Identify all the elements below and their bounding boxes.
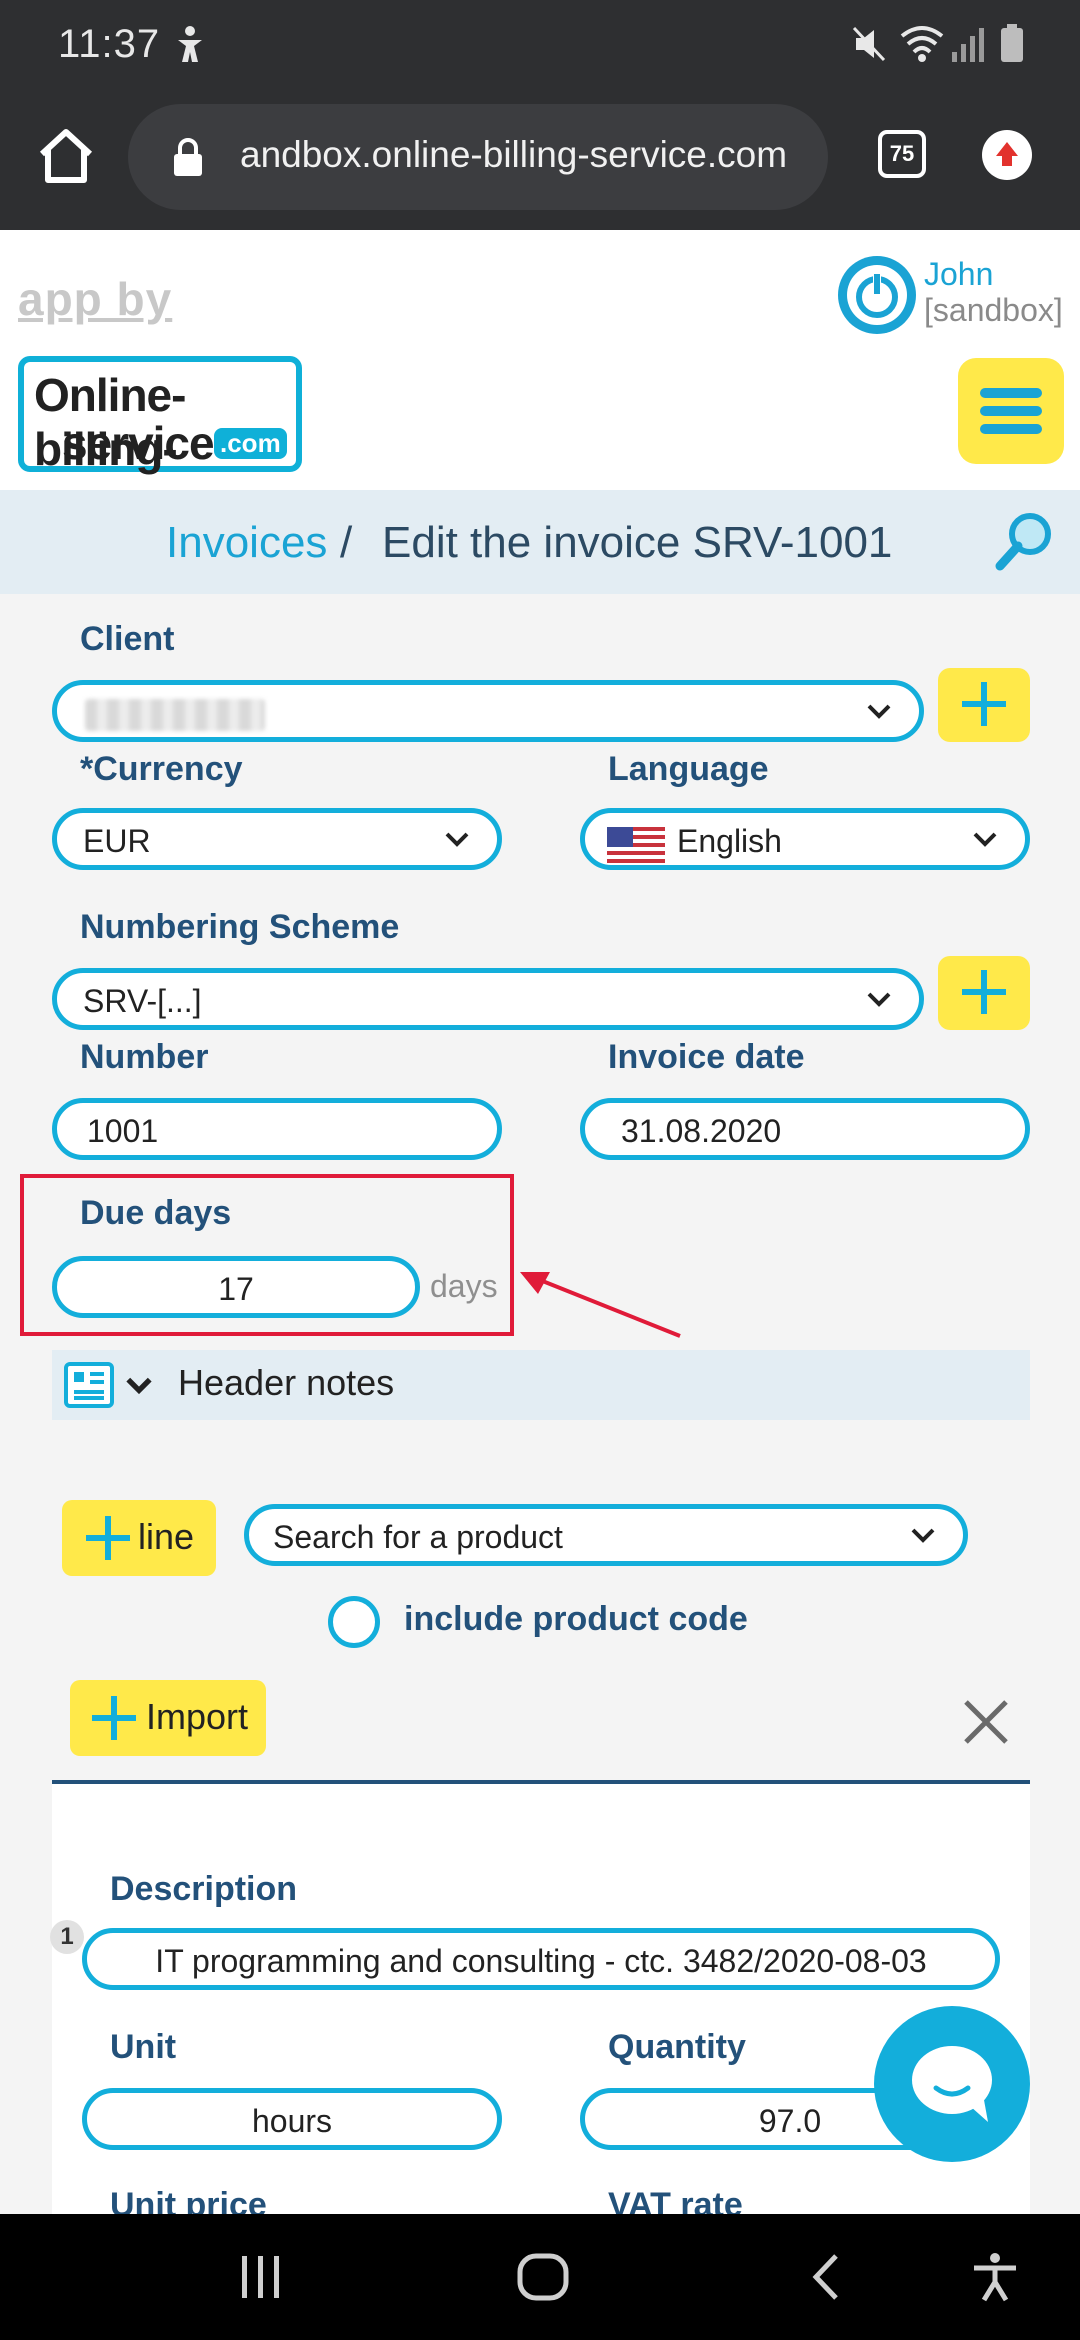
chat-bubble-icon xyxy=(912,2046,992,2122)
unit-input[interactable]: hours xyxy=(82,2088,502,2150)
battery-icon xyxy=(1001,24,1023,62)
product-search-select[interactable]: Search for a product xyxy=(244,1504,968,1566)
power-icon xyxy=(847,265,907,325)
lock-icon xyxy=(174,138,202,176)
page-title: Edit the invoice SRV-1001 xyxy=(382,518,893,567)
menu-bar-icon xyxy=(980,406,1042,416)
number-input[interactable]: 1001 xyxy=(52,1098,502,1160)
app-by-text: app by xyxy=(18,273,173,325)
due-days-input[interactable]: 17 xyxy=(52,1256,420,1318)
accessibility-icon[interactable] xyxy=(970,2252,1020,2302)
plus-icon xyxy=(92,1696,136,1740)
close-icon[interactable] xyxy=(960,1696,1012,1748)
status-time: 11:37 xyxy=(58,22,161,66)
client-label: Client xyxy=(80,620,175,658)
plus-icon xyxy=(962,682,1006,726)
plus-icon xyxy=(962,970,1006,1014)
chevron-down-icon xyxy=(445,832,469,847)
back-icon[interactable] xyxy=(806,2252,846,2302)
unit-label: Unit xyxy=(110,2028,177,2066)
description-label: Description xyxy=(110,1870,298,1908)
header-notes-label: Header notes xyxy=(178,1362,395,1403)
status-bar: 11:37 xyxy=(0,0,1080,88)
invoice-date-label: Invoice date xyxy=(608,1038,805,1076)
language-select[interactable]: English xyxy=(580,808,1030,870)
numbering-scheme-select[interactable]: SRV-[...] xyxy=(52,968,924,1030)
quantity-label: Quantity xyxy=(608,2028,746,2066)
due-days-label: Due days xyxy=(80,1194,232,1232)
chat-button[interactable] xyxy=(874,2006,1030,2162)
brand-logo[interactable]: Online-billing- service .com xyxy=(18,356,302,475)
redacted-client-name xyxy=(85,699,265,731)
user-name[interactable]: John xyxy=(924,256,993,293)
chevron-down-icon xyxy=(867,992,891,1007)
address-bar[interactable]: andbox.online-billing-service.com xyxy=(128,104,828,210)
upload-arrow-icon xyxy=(996,142,1018,166)
tab-switcher-button[interactable]: 75 xyxy=(878,130,926,178)
include-product-code-radio[interactable] xyxy=(328,1596,380,1648)
chevron-down-icon xyxy=(973,832,997,847)
accessibility-status-icon xyxy=(178,26,202,62)
include-product-code-label[interactable]: include product code xyxy=(404,1600,748,1639)
breadcrumb-invoices-link[interactable]: Invoices xyxy=(166,518,327,568)
menu-bar-icon xyxy=(980,424,1042,434)
currency-label: *Currency xyxy=(80,750,243,788)
notes-icon xyxy=(64,1362,114,1408)
add-client-button[interactable] xyxy=(938,668,1030,742)
menu-bar-icon xyxy=(980,388,1042,398)
update-button[interactable] xyxy=(982,130,1032,180)
language-label: Language xyxy=(608,750,769,788)
breadcrumb-separator: / xyxy=(340,518,353,567)
invoice-date-input[interactable]: 31.08.2020 xyxy=(580,1098,1030,1160)
chevron-down-icon xyxy=(911,1528,935,1543)
user-environment: [sandbox] xyxy=(924,292,1063,328)
us-flag-icon xyxy=(607,827,665,863)
mute-icon xyxy=(852,26,886,62)
plus-icon xyxy=(86,1516,130,1560)
import-button[interactable]: Import xyxy=(70,1680,266,1756)
wifi-icon xyxy=(900,26,944,62)
signal-icon xyxy=(952,28,984,62)
system-navigation-bar xyxy=(0,2214,1080,2340)
numbering-scheme-label: Numbering Scheme xyxy=(80,908,400,946)
home-icon[interactable] xyxy=(34,124,98,188)
breadcrumb: Invoices / Edit the invoice SRV-1001 xyxy=(0,490,1080,594)
client-select[interactable] xyxy=(52,680,924,742)
browser-toolbar: andbox.online-billing-service.com 75 xyxy=(0,88,1080,230)
user-avatar[interactable] xyxy=(838,256,916,334)
line-number-badge: 1 xyxy=(50,1920,84,1954)
chevron-down-icon xyxy=(126,1377,152,1395)
due-days-unit: days xyxy=(430,1268,498,1304)
add-line-button[interactable]: line xyxy=(62,1500,216,1576)
add-numbering-scheme-button[interactable] xyxy=(938,956,1030,1030)
recent-apps-icon[interactable] xyxy=(236,2252,286,2302)
hamburger-menu-button[interactable] xyxy=(958,358,1064,464)
search-icon[interactable] xyxy=(992,508,1058,574)
annotation-arrow-icon xyxy=(520,1272,681,1338)
url-text: andbox.online-billing-service.com xyxy=(240,134,788,175)
description-input[interactable]: IT programming and consulting - ctc. 348… xyxy=(82,1928,1000,1990)
currency-select[interactable]: EUR xyxy=(52,808,502,870)
home-nav-icon[interactable] xyxy=(516,2252,570,2302)
header-notes-toggle[interactable]: Header notes xyxy=(52,1350,1030,1420)
number-label: Number xyxy=(80,1038,209,1076)
site-header: app by Online-billing- service .com John… xyxy=(0,230,1080,490)
chevron-down-icon xyxy=(867,704,891,719)
